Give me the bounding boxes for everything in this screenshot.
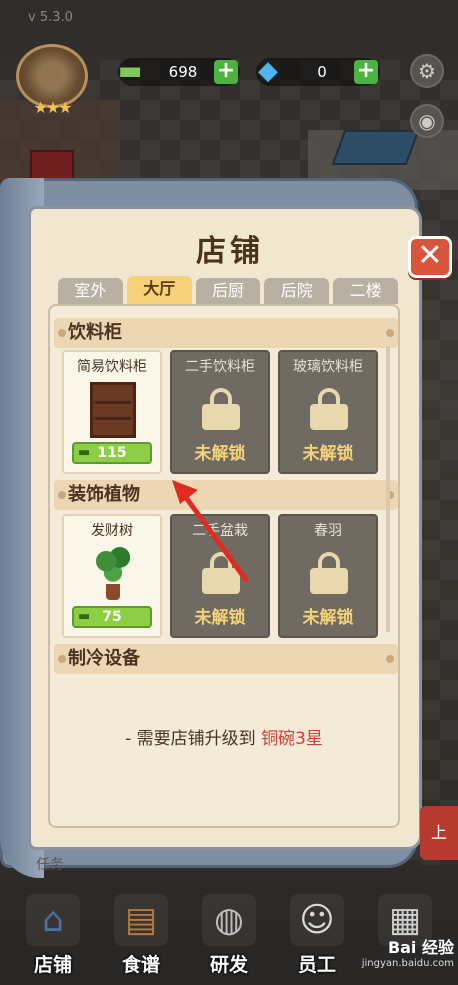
cash-icon: ▬	[117, 56, 143, 86]
header-dot	[386, 655, 394, 663]
version-label: v 5.3.0	[28, 10, 73, 25]
tab-hall[interactable]: 大厅	[126, 276, 192, 304]
plant-icon	[96, 546, 130, 602]
side-upgrade-tag[interactable]: 上	[420, 806, 458, 860]
header-dot	[58, 329, 66, 337]
cash-value: 698	[168, 63, 198, 81]
price-value: 115	[97, 445, 127, 461]
item-name: 简易饮料柜	[77, 359, 147, 375]
gem-value: 0	[317, 63, 327, 81]
required-rank: 铜碗3星	[261, 729, 323, 749]
item-name: 发财树	[91, 523, 133, 539]
header-dot	[386, 329, 394, 337]
section-title: 制冷设备	[68, 648, 140, 669]
lock-icon	[202, 388, 240, 430]
item-card-used-drink-cabinet[interactable]: 二手饮料柜 未解锁	[170, 350, 270, 474]
buy-price-button[interactable]: ▬ 115	[72, 442, 152, 464]
store-icon: ⌂	[26, 894, 80, 946]
settings-gear-icon[interactable]: ⚙	[410, 54, 444, 88]
nav-label: 店铺	[33, 954, 72, 976]
gem-counter: ◆ 0 +	[256, 56, 380, 86]
cooking-pot-icon: ◍	[202, 894, 256, 946]
category-tabs: 室外 大厅 后厨 后院 二楼	[58, 276, 398, 304]
lock-icon	[310, 388, 348, 430]
item-card-money-tree[interactable]: 发财树 ▬ 75	[62, 514, 162, 638]
add-cash-button[interactable]: +	[214, 60, 238, 84]
buy-price-button[interactable]: ▬ 75	[72, 606, 152, 628]
nav-label: 食谱	[121, 954, 160, 976]
locked-status: 未解锁	[302, 444, 354, 464]
nav-label: 研发	[209, 954, 248, 976]
section-title: 饮料柜	[68, 322, 122, 343]
add-gem-button[interactable]: +	[354, 60, 378, 84]
nav-item-research[interactable]: ◍ 研发	[184, 880, 274, 980]
baidu-jingyan-watermark: Bai 经验 jingyan.baidu.com	[338, 934, 454, 978]
panel-title: 店铺	[196, 234, 264, 269]
list-scrollbar[interactable]	[386, 346, 390, 632]
gem-icon: ◆	[258, 56, 278, 86]
red-arrow-annotation	[172, 480, 249, 583]
blue-table	[331, 130, 420, 165]
upgrade-requirement-note: - 需要店铺升级到 铜碗3星	[50, 724, 398, 749]
recipe-book-icon: ▤	[114, 894, 168, 946]
watermark-main: Bai 经验	[387, 938, 454, 957]
tab-outdoor[interactable]: 室外	[58, 278, 123, 304]
cash-icon: ▬	[78, 609, 91, 624]
rank-badge[interactable]: ★★★	[8, 40, 96, 118]
header-dot	[58, 655, 66, 663]
drink-cabinet-icon	[90, 382, 136, 438]
locked-status: 未解锁	[302, 608, 354, 628]
item-card-philodendron[interactable]: 春羽 未解锁	[278, 514, 378, 638]
cash-counter: ▬ 698 +	[118, 56, 240, 86]
locked-status: 未解锁	[194, 444, 246, 464]
close-button[interactable]: ✕	[408, 236, 452, 278]
staff-icon: ☺	[290, 894, 344, 946]
header-dot	[58, 491, 66, 499]
locked-status: 未解锁	[194, 608, 246, 628]
tab-kitchen[interactable]: 后厨	[195, 278, 261, 304]
price-value: 75	[102, 609, 122, 625]
watermark-sub: jingyan.baidu.com	[361, 958, 454, 969]
rank-stars-icon: ★★★	[33, 98, 72, 117]
item-name: 玻璃饮料柜	[293, 359, 363, 375]
lock-icon	[310, 552, 348, 594]
nav-item-store[interactable]: ⌂ 店铺	[8, 880, 98, 980]
task-label[interactable]: 任务	[36, 854, 64, 874]
item-name: 春羽	[314, 523, 342, 539]
nav-item-recipes[interactable]: ▤ 食谱	[96, 880, 186, 980]
item-name: 二手饮料柜	[185, 359, 255, 375]
item-card-glass-drink-cabinet[interactable]: 玻璃饮料柜 未解锁	[278, 350, 378, 474]
cash-icon: ▬	[78, 445, 91, 460]
camera-icon[interactable]: ◉	[410, 104, 444, 138]
tab-backyard[interactable]: 后院	[264, 278, 330, 304]
note-prefix: - 需要店铺升级到	[125, 729, 256, 749]
item-card-simple-drink-cabinet[interactable]: 简易饮料柜 ▬ 115	[62, 350, 162, 474]
tab-second-floor[interactable]: 二楼	[333, 278, 398, 304]
section-header-drink-cabinet: 饮料柜	[54, 318, 398, 348]
section-title: 装饰植物	[68, 484, 140, 505]
section-header-cooling-equipment: 制冷设备	[54, 644, 398, 674]
